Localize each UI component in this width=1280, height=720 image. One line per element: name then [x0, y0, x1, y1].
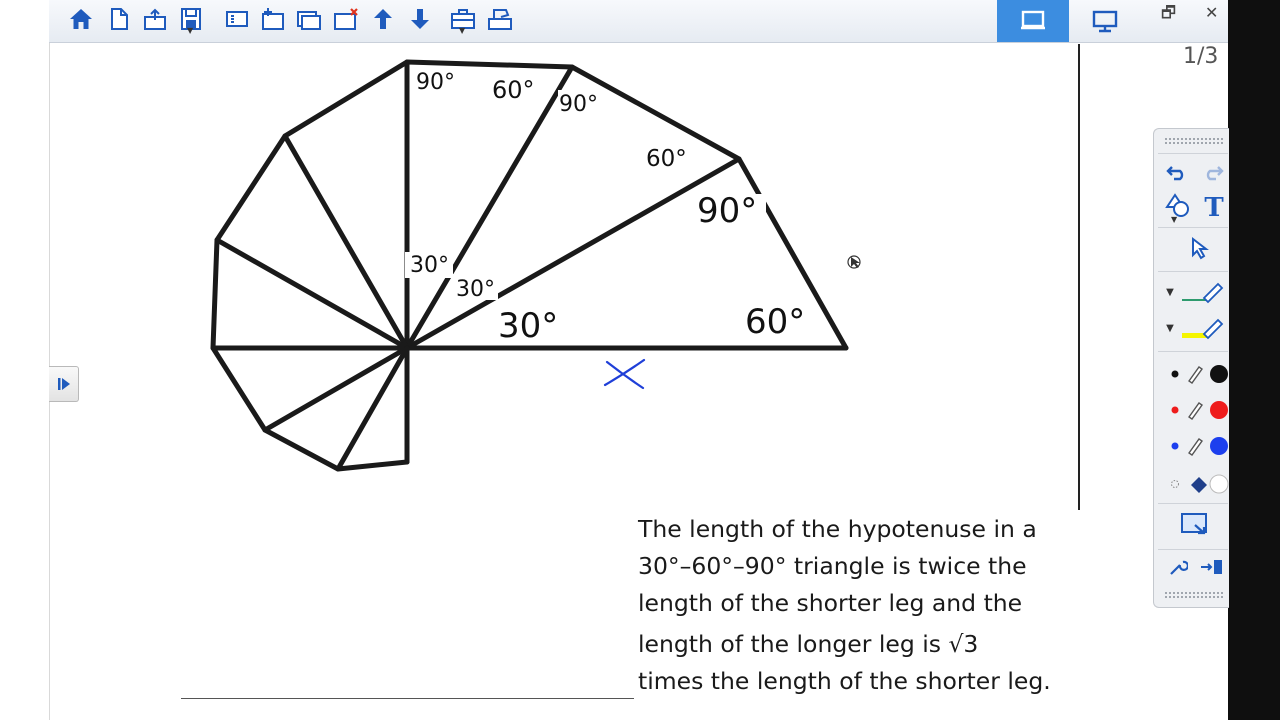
angle-label: 60°	[646, 146, 687, 172]
customize-icon[interactable]	[1164, 553, 1192, 581]
angle-label: 90°	[697, 191, 757, 231]
theorem-line: 30°–60°–90° triangle is twice the	[638, 552, 1027, 580]
theorem-line: times the length of the shorter leg.	[638, 667, 1051, 695]
pen-palette: ▼ T ▼ ▼	[1153, 128, 1229, 608]
page-counter: 1/3	[1183, 44, 1219, 69]
angle-label: 30°	[410, 253, 449, 278]
theorem-line: length of the longer leg is √3	[638, 630, 979, 658]
pen-color-red[interactable]	[1162, 395, 1229, 425]
diagram-lines	[210, 59, 849, 472]
unknown-x-label	[603, 358, 646, 390]
angle-label: 90°	[559, 92, 598, 117]
angle-label: 60°	[492, 76, 535, 104]
undo-icon[interactable]	[1162, 159, 1192, 185]
footer-rule	[181, 698, 634, 699]
pen-color-black[interactable]	[1162, 359, 1229, 389]
redo-icon[interactable]	[1198, 159, 1228, 185]
pen-color-blue[interactable]	[1162, 431, 1229, 461]
text-tool-icon[interactable]: T	[1200, 191, 1228, 225]
cursor-icon	[847, 255, 861, 269]
palette-grip[interactable]	[1164, 591, 1224, 599]
svg-text:▼: ▼	[1171, 215, 1178, 223]
theorem-line: The length of the hypotenuse in a	[638, 515, 1037, 543]
angle-label: 60°	[745, 302, 805, 342]
shapes-icon[interactable]: ▼	[1160, 191, 1196, 225]
spoke	[404, 156, 742, 351]
dropdown-caret[interactable]: ▼	[1166, 323, 1174, 334]
pen-tool-green[interactable]: ▼	[1160, 277, 1229, 307]
theorem-line: length of the shorter leg and the	[638, 589, 1023, 617]
page-divider	[1078, 44, 1080, 510]
dock-palette-icon[interactable]	[1196, 553, 1228, 581]
eraser-tool[interactable]	[1162, 469, 1229, 499]
angle-label: 90°	[416, 70, 455, 95]
select-pointer-icon[interactable]	[1182, 233, 1218, 263]
palette-grip[interactable]	[1164, 137, 1224, 145]
capture-to-page-icon[interactable]	[1174, 509, 1216, 543]
highlighter-tool[interactable]: ▼	[1160, 313, 1229, 343]
sidebar-toggle-button[interactable]	[49, 366, 79, 402]
angle-label: 30°	[498, 306, 558, 346]
theorem-text: The length of the hypotenuse in a 30°–60…	[638, 511, 1098, 700]
angle-label: 30°	[456, 277, 495, 302]
dropdown-caret[interactable]: ▼	[1166, 287, 1174, 298]
expand-arrow-icon	[57, 378, 70, 390]
